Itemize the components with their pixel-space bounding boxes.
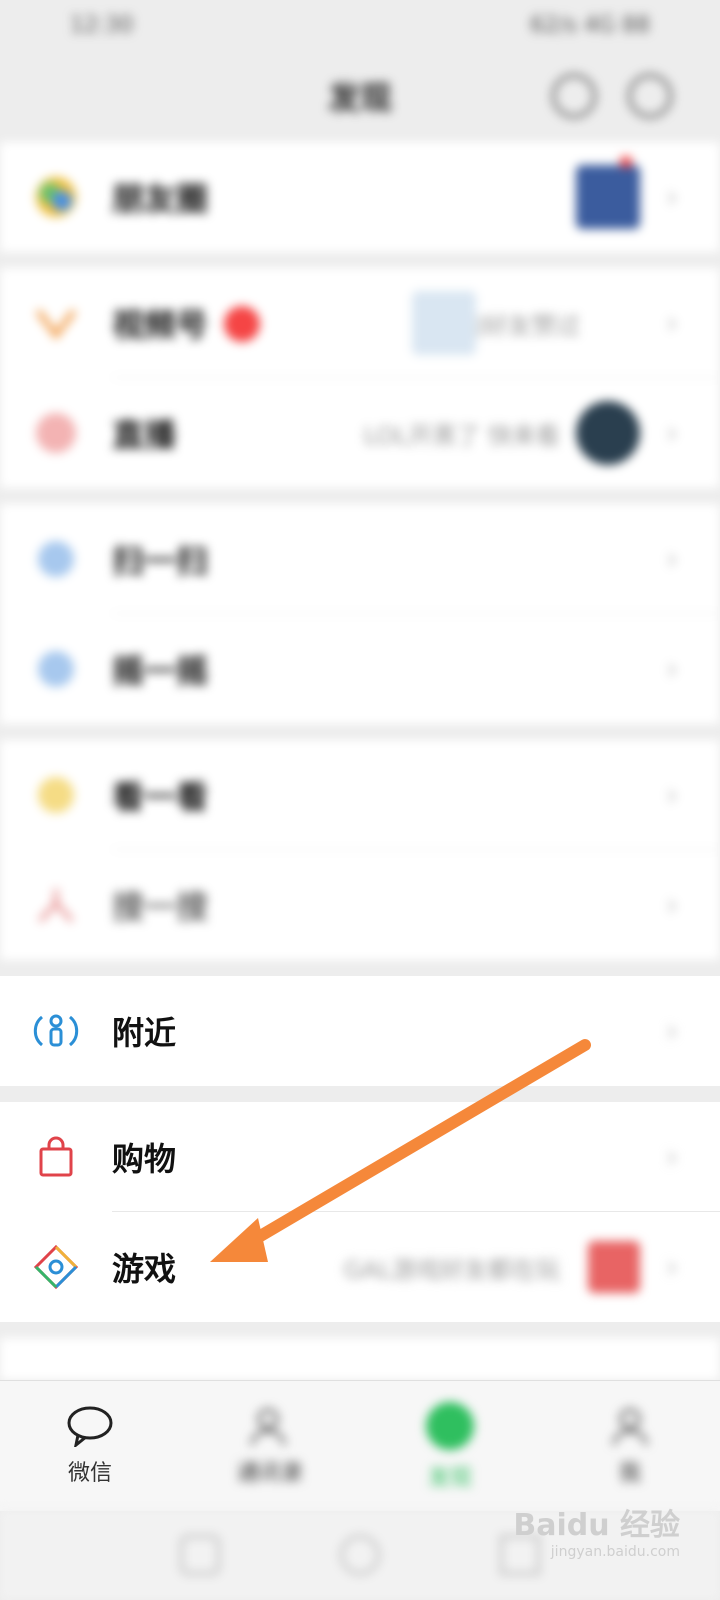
group-stories: 看一看 › 搜一搜 › — [0, 740, 720, 960]
chevron-right-icon: › — [666, 1013, 678, 1049]
tab-me[interactable]: 我 — [540, 1381, 720, 1511]
status-indicators: 62/s 4G 88 — [530, 12, 650, 38]
row-search[interactable]: 搜一搜 › — [0, 850, 720, 960]
row-moments[interactable]: 朋友圈 › — [0, 142, 720, 252]
row-scan[interactable]: 扫一扫 › — [0, 504, 720, 614]
group-nearby: 附近 › — [0, 976, 720, 1086]
chevron-right-icon: › — [666, 179, 678, 215]
me-icon — [612, 1408, 648, 1446]
tab-me-label: 我 — [618, 1461, 641, 1486]
recent-apps-icon[interactable] — [180, 1535, 220, 1575]
tab-discover[interactable]: 发现 — [360, 1381, 540, 1511]
home-icon[interactable] — [340, 1535, 380, 1575]
chevron-right-icon: › — [666, 1249, 678, 1285]
moments-label: 朋友圈 — [112, 180, 209, 218]
watermark-brand: Baidu 经验 — [513, 1508, 680, 1543]
contacts-icon — [250, 1408, 286, 1446]
tab-bar: 微信 通讯录 发现 我 — [0, 1380, 720, 1511]
status-bar: 12:30 62/s 4G 88 — [0, 0, 720, 50]
moments-badge — [620, 156, 632, 168]
chevron-right-icon: › — [666, 541, 678, 577]
games-thumbnail — [588, 1241, 640, 1293]
live-label: 直播 — [112, 416, 177, 454]
group-moments: 朋友圈 › — [0, 142, 720, 252]
channels-icon — [32, 299, 80, 347]
shopping-label: 购物 — [112, 1140, 177, 1178]
channels-label: 视频号 — [112, 306, 209, 344]
live-detail: LOL开黑了 快来看 — [363, 421, 560, 450]
scan-label: 扫一扫 — [112, 542, 209, 580]
games-detail: GAL游戏好友都在玩 — [343, 1255, 560, 1284]
row-shopping[interactable]: 购物 › — [0, 1102, 720, 1212]
chevron-right-icon: › — [666, 305, 678, 341]
channels-thumbnail — [412, 291, 476, 355]
group-channels: 视频号 你的好友赞过 › 直播 LOL开黑了 快来看 › — [0, 268, 720, 488]
shopping-bag-icon — [32, 1133, 80, 1181]
row-nearby[interactable]: 附近 › — [0, 976, 720, 1086]
scan-icon — [32, 535, 80, 583]
nearby-icon — [32, 1007, 80, 1055]
tab-chats-label: 微信 — [67, 1461, 112, 1486]
shake-icon — [32, 645, 80, 693]
top-stories-icon — [32, 771, 80, 819]
group-shopping: 购物 › 游戏 GAL游戏好友都在玩 › — [0, 1102, 720, 1322]
status-time: 12:30 — [70, 12, 134, 38]
row-top-stories[interactable]: 看一看 › — [0, 740, 720, 850]
group-scan: 扫一扫 › 摇一摇 › — [0, 504, 720, 724]
tab-discover-label: 发现 — [427, 1466, 472, 1491]
add-icon[interactable] — [628, 74, 672, 118]
tab-contacts[interactable]: 通讯录 — [180, 1381, 360, 1511]
games-icon — [32, 1243, 80, 1291]
watermark: Baidu 经验 jingyan.baidu.com — [513, 1500, 680, 1560]
tab-contacts-label: 通讯录 — [236, 1461, 303, 1486]
row-shake[interactable]: 摇一摇 › — [0, 614, 720, 724]
live-icon — [32, 409, 80, 457]
moments-icon — [32, 173, 80, 221]
search-icon[interactable] — [552, 74, 596, 118]
top-bar: 发现 — [0, 50, 720, 142]
search-label: 搜一搜 — [112, 888, 209, 926]
group-more — [0, 1338, 720, 1380]
nearby-label: 附近 — [112, 1014, 177, 1052]
page-title: 发现 — [327, 79, 392, 117]
chevron-right-icon: › — [666, 1139, 678, 1175]
live-thumbnail — [576, 401, 640, 465]
games-label: 游戏 — [112, 1250, 177, 1288]
row-live[interactable]: 直播 LOL开黑了 快来看 › — [0, 378, 720, 488]
discover-icon — [426, 1402, 474, 1450]
chat-bubble-icon — [67, 1406, 113, 1447]
row-channels[interactable]: 视频号 你的好友赞过 › — [0, 268, 720, 378]
tab-chats[interactable]: 微信 — [0, 1381, 180, 1511]
watermark-url: jingyan.baidu.com — [550, 1544, 680, 1560]
shake-label: 摇一摇 — [112, 652, 209, 690]
search-feature-icon — [32, 881, 80, 929]
channels-badge — [224, 306, 260, 342]
top-stories-label: 看一看 — [112, 778, 209, 816]
chevron-right-icon: › — [666, 415, 678, 451]
chevron-right-icon: › — [666, 887, 678, 923]
chevron-right-icon: › — [666, 777, 678, 813]
row-games[interactable]: 游戏 GAL游戏好友都在玩 › — [0, 1212, 720, 1322]
moments-thumbnail — [576, 165, 640, 229]
chevron-right-icon: › — [666, 651, 678, 687]
